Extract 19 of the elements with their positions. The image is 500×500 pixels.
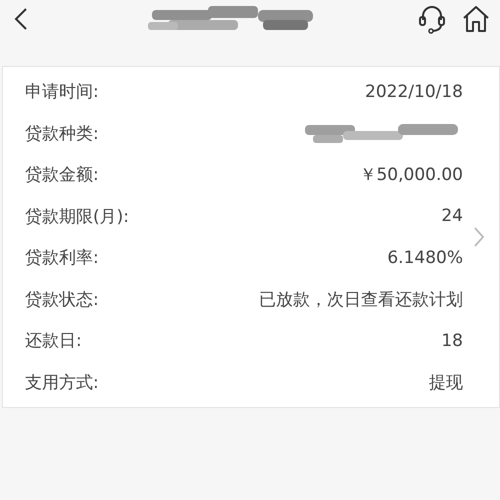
field-label: 申请时间: [25, 81, 99, 104]
field-value: 提现 [429, 372, 463, 394]
field-label: 支用方式: [25, 372, 99, 394]
back-icon[interactable] [14, 7, 28, 31]
field-label: 贷款期限(月): [25, 206, 129, 228]
details-card[interactable]: 申请时间: 2022/10/18 贷款种类: 贷款金额: ￥50,000.00 贷款期限(月): 24 贷款利率: 6.1480% 贷款状态: 已放款，次日查看还款计划 还款日: 18 支用方式: 提现 [2, 66, 500, 408]
field-label: 贷款金额: [25, 164, 99, 186]
field-label: 贷款种类: [25, 122, 99, 145]
field-value: 24 [441, 206, 463, 226]
home-icon[interactable] [462, 5, 490, 33]
headset-icon[interactable] [418, 4, 446, 34]
field-value: 已放款，次日查看还款计划 [259, 288, 463, 311]
field-value: 2022/10/18 [365, 82, 463, 102]
field-value: 6.1480% [387, 248, 463, 268]
field-label: 贷款利率: [25, 247, 99, 270]
field-value: 18 [441, 330, 463, 351]
field-label: 贷款状态: [25, 288, 99, 311]
field-label: 还款日: [25, 330, 82, 352]
field-value: ￥50,000.00 [359, 164, 463, 186]
